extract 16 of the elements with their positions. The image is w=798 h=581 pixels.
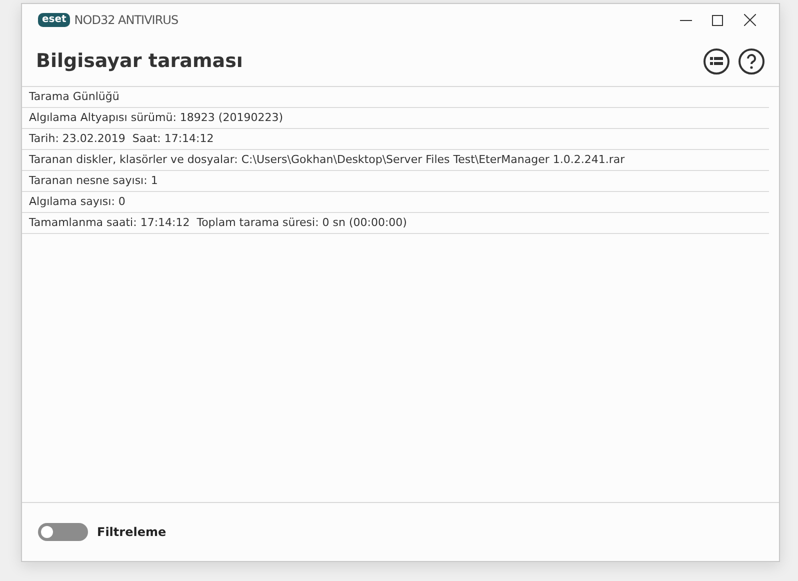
maximize-icon[interactable] [712,14,723,26]
log-line: Algılama sayısı: 0 [22,192,769,213]
close-icon[interactable] [744,14,756,26]
page-title: Bilgisayar taraması [36,50,244,72]
help-icon[interactable] [738,48,765,74]
list-icon[interactable] [703,48,730,74]
log-line: Tarama Günlüğü [22,87,769,108]
app-title: NOD32 ANTIVIRUS [74,13,180,27]
log-line: Tarih: 23.02.2019 Saat: 17:14:12 [22,129,769,150]
log-line: Taranan nesne sayısı: 1 [22,171,769,192]
log-line: Taranan diskler, klasörler ve dosyalar: C:\Users\Gokhan\Desktop\Server Files Test\EterManager 1.0.2.241.rar [22,150,769,171]
filter-toggle[interactable] [38,523,88,541]
log-line: Algılama Altyapısı sürümü: 18923 (20190223) [22,108,769,129]
brand-logo: eset [38,13,70,27]
filter-label: Filtreleme [97,525,166,539]
log-line: Tamamlanma saati: 17:14:12 Toplam tarama süresi: 0 sn (00:00:00) [22,213,769,234]
